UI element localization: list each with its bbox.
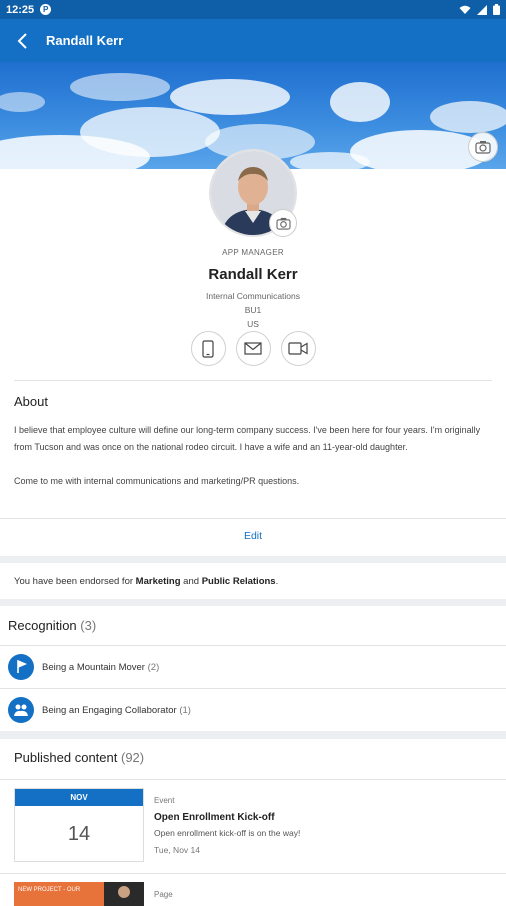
email-button[interactable] <box>235 331 271 366</box>
signal-icon <box>477 4 487 15</box>
content-date: Tue, Nov 14 <box>154 845 200 855</box>
content-description: Open enrollment kick-off is on the way! <box>154 828 301 838</box>
wifi-icon <box>459 5 471 14</box>
business-unit: BU1 <box>244 305 262 315</box>
about-heading: About <box>14 394 48 409</box>
camera-icon <box>475 141 491 154</box>
divider <box>0 873 506 874</box>
published-content-heading: Published content (92) <box>14 750 145 765</box>
content-item-event[interactable]: NOV 14 Event Open Enrollment Kick-off Op… <box>14 788 494 866</box>
section-separator <box>0 731 506 739</box>
about-paragraph: Come to me with internal communications … <box>14 476 300 486</box>
endorsed-skill: Public Relations <box>201 576 276 587</box>
collaboration-badge-icon <box>8 697 34 723</box>
page-thumbnail[interactable]: NEW PROJECT - OUR <box>14 882 144 906</box>
endorsed-skill: Marketing <box>135 576 181 587</box>
calendar-day: 14 <box>67 823 91 845</box>
app-notification-icon: P <box>40 4 52 15</box>
about-paragraph: I believe that employee culture will def… <box>14 425 481 452</box>
recognition-count: (3) <box>80 618 97 633</box>
calendar-month: NOV <box>15 789 143 806</box>
person-photo <box>104 882 144 906</box>
back-button[interactable] <box>0 19 46 62</box>
phone-icon <box>202 339 214 358</box>
section-separator <box>0 556 506 563</box>
flag-badge-icon <box>8 654 34 680</box>
battery-icon <box>493 4 500 15</box>
published-count: (92) <box>120 750 145 765</box>
profile-info: APP MANAGER Randall Kerr Internal Commun… <box>0 248 506 331</box>
profile-name: Randall Kerr <box>208 266 298 283</box>
section-separator <box>0 599 506 606</box>
content-type: Page <box>154 890 173 899</box>
calendar-thumbnail: NOV 14 <box>14 788 144 862</box>
camera-icon <box>275 217 291 230</box>
status-bar: 12:25 P <box>0 0 506 19</box>
country: US <box>247 319 259 329</box>
edit-about-link[interactable]: Edit <box>0 530 506 542</box>
app-bar: Randall Kerr <box>0 19 506 62</box>
divider <box>0 518 506 519</box>
status-time: 12:25 <box>6 3 35 16</box>
recognition-item[interactable]: Being an Engaging Collaborator (1) <box>0 689 506 731</box>
page-thumbnail-text: NEW PROJECT - OUR <box>18 887 81 893</box>
video-call-button[interactable] <box>280 331 316 366</box>
job-role: APP MANAGER <box>222 248 284 257</box>
chevron-left-icon <box>17 32 27 49</box>
department: Internal Communications <box>205 291 300 301</box>
divider <box>14 380 492 381</box>
video-camera-icon <box>288 342 308 355</box>
mail-icon <box>244 342 262 355</box>
change-cover-button[interactable] <box>468 132 498 162</box>
recognition-item[interactable]: Being a Mountain Mover (2) <box>0 646 506 688</box>
change-avatar-button[interactable] <box>269 209 297 237</box>
content-type: Event <box>154 796 175 805</box>
page-title: Randall Kerr <box>46 33 124 48</box>
endorsement-text: You have been endorsed for Marketing and… <box>14 576 279 587</box>
divider <box>0 779 506 780</box>
call-button[interactable] <box>190 331 226 366</box>
about-text: I believe that employee culture will def… <box>14 422 494 490</box>
recognition-heading: Recognition (3) <box>8 618 97 633</box>
content-title: Open Enrollment Kick-off <box>154 812 275 823</box>
contact-actions <box>0 331 506 366</box>
